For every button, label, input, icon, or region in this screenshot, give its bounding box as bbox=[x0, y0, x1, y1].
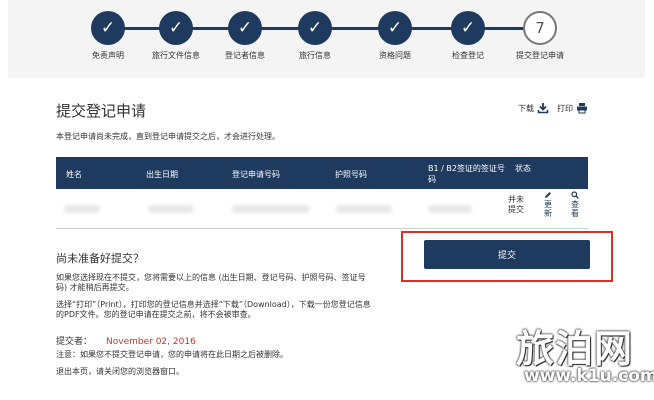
header-status: 状态 bbox=[515, 164, 531, 173]
submit-button[interactable]: 提交 bbox=[424, 240, 590, 269]
exit-instruction: 退出本页，请关闭您的浏览器窗口。 bbox=[56, 367, 184, 376]
progress-stepper: ✓ 免责声明 ✓ 旅行文件信息 ✓ 登记者信息 ✓ 旅行信息 ✓ 资格问题 ✓ … bbox=[8, 0, 645, 78]
header-registration-number: 登记申请号码 bbox=[232, 170, 280, 179]
redacted-name bbox=[64, 205, 100, 213]
header-name: 姓名 bbox=[66, 170, 82, 179]
download-icon bbox=[537, 103, 549, 114]
submit-by-date: November 02, 2016 bbox=[106, 337, 196, 347]
download-label: 下载 bbox=[518, 103, 534, 113]
step-label: 检查登记 bbox=[452, 51, 484, 60]
pencil-icon bbox=[545, 192, 551, 198]
deletion-note: 注意：如果您不提交登记申请，您的申请将在此日期之后被删除。 bbox=[56, 350, 288, 359]
step-label: 提交登记申请 bbox=[516, 51, 564, 60]
print-download-paragraph: 选择“打印”（Print），打印您的登记信息并选择“下载”（Download），… bbox=[56, 300, 371, 319]
header-visa-number: B1 / B2签证的签证号码 bbox=[428, 164, 505, 184]
step-registrant-info[interactable]: ✓ 登记者信息 bbox=[205, 11, 285, 61]
check-icon: ✓ bbox=[159, 11, 193, 45]
print-button[interactable]: 打印 bbox=[557, 102, 588, 114]
step-number: 7 bbox=[523, 11, 557, 45]
step-label: 资格问题 bbox=[379, 51, 411, 60]
watermark-url: www.k1u.com bbox=[524, 366, 654, 386]
not-ready-title: 尚未准备好提交？ bbox=[56, 252, 144, 265]
redacted-passport-number bbox=[336, 205, 392, 213]
redacted-birthdate bbox=[148, 205, 194, 213]
registration-table: 姓名 出生日期 登记申请号码 护照号码 B1 / B2签证的签证号码 状态 并未… bbox=[56, 157, 588, 229]
view-label: 查看 bbox=[571, 200, 579, 218]
not-ready-paragraph: 如果您选择现在不提交，您将需要以上的信息 (出生日期、登记号码、护照号码、签证号… bbox=[56, 273, 366, 292]
check-icon: ✓ bbox=[378, 11, 412, 45]
edit-label: 更新 bbox=[544, 200, 552, 218]
step-travel-documents[interactable]: ✓ 旅行文件信息 bbox=[136, 11, 216, 61]
edit-button[interactable]: 更新 bbox=[541, 191, 555, 218]
table-header: 姓名 出生日期 登记申请号码 护照号码 B1 / B2签证的签证号码 状态 bbox=[56, 157, 588, 189]
redacted-registration-number bbox=[232, 205, 310, 213]
incomplete-notice: 本登记申请尚未完成，直到登记申请提交之后，才会进行处理。 bbox=[56, 132, 280, 141]
page-tools: 下载 打印 bbox=[518, 102, 588, 114]
view-button[interactable]: 查看 bbox=[568, 191, 582, 218]
step-eligibility[interactable]: ✓ 资格问题 bbox=[355, 11, 435, 61]
step-submit: 7 提交登记申请 bbox=[500, 11, 580, 61]
step-label: 旅行信息 bbox=[299, 51, 331, 60]
print-label: 打印 bbox=[557, 103, 573, 113]
watermark-text: 旅泊网 bbox=[516, 327, 634, 371]
watermark: 旅泊网 www.k1u.com bbox=[516, 318, 654, 398]
download-button[interactable]: 下载 bbox=[518, 102, 549, 114]
header-passport-number: 护照号码 bbox=[335, 170, 367, 179]
step-label: 旅行文件信息 bbox=[152, 51, 200, 60]
check-icon: ✓ bbox=[228, 11, 262, 45]
submit-by-label: 提交者： bbox=[56, 337, 93, 347]
redacted-visa-number bbox=[428, 205, 472, 213]
step-label: 登记者信息 bbox=[225, 51, 265, 60]
printer-icon bbox=[577, 103, 587, 114]
submit-by: 提交者： November 02, 2016 bbox=[56, 334, 196, 347]
check-icon: ✓ bbox=[298, 11, 332, 45]
step-travel-info[interactable]: ✓ 旅行信息 bbox=[275, 11, 355, 61]
check-icon: ✓ bbox=[451, 11, 485, 45]
page-title: 提交登记申请 bbox=[56, 102, 147, 120]
check-icon: ✓ bbox=[91, 11, 125, 45]
status-badge: 并未提交 bbox=[508, 195, 524, 214]
header-birthdate: 出生日期 bbox=[146, 170, 178, 179]
table-row: 并未提交 更新 查看 bbox=[56, 189, 588, 229]
search-icon bbox=[571, 191, 579, 199]
step-review[interactable]: ✓ 检查登记 bbox=[428, 11, 508, 61]
